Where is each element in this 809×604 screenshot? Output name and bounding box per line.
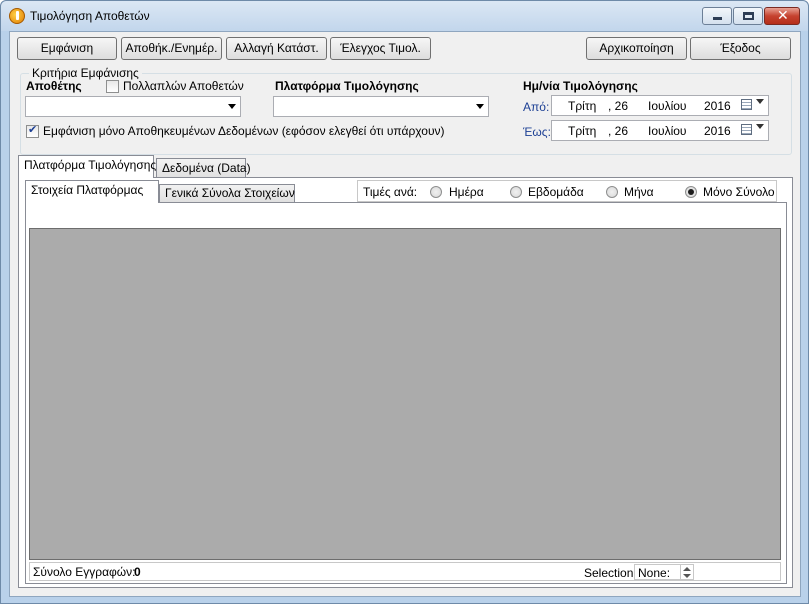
status-bar: Σύνολο Εγγραφών: 0 Selection None: bbox=[29, 562, 781, 581]
selection-value: None: bbox=[638, 566, 671, 580]
to-date-label: Έως: bbox=[523, 125, 551, 139]
tab-data[interactable]: Δεδομένα (Data) bbox=[156, 158, 251, 178]
radio-day-label: Ημέρα bbox=[449, 185, 484, 199]
tab-label: Δεδομένα (Data) bbox=[162, 161, 251, 175]
radio-total-only-label: Μόνο Σύνολο bbox=[703, 185, 775, 199]
minimize-button[interactable] bbox=[702, 7, 732, 25]
change-status-button[interactable]: Αλλαγή Κατάστ. bbox=[226, 37, 327, 60]
exit-button[interactable]: Έξοδος bbox=[690, 37, 791, 60]
show-button[interactable]: Εμφάνιση bbox=[17, 37, 117, 60]
close-button[interactable]: ✕ bbox=[764, 7, 800, 25]
saved-only-label: Εμφάνιση μόνο Αποθηκευμένων Δεδομένων (ε… bbox=[43, 124, 445, 138]
criteria-group: Κριτήρια Εμφάνισης Αποθέτης Πολλαπλών Απ… bbox=[20, 66, 792, 155]
to-year: 2016 bbox=[704, 124, 731, 138]
from-day: , 26 bbox=[608, 99, 629, 113]
to-day: , 26 bbox=[608, 124, 629, 138]
platform-label: Πλατφόρμα Τιμολόγησης bbox=[275, 79, 419, 93]
from-weekday: Τρίτη bbox=[568, 99, 597, 113]
tab-label: Γενικά Σύνολα Στοιχείων bbox=[165, 186, 295, 200]
multiple-depositors-label: Πολλαπλών Αποθετών bbox=[123, 79, 244, 93]
chevron-down-icon bbox=[228, 104, 236, 109]
total-records-value: 0 bbox=[134, 565, 141, 579]
data-grid[interactable] bbox=[29, 228, 781, 560]
depositor-label: Αποθέτης bbox=[26, 79, 82, 93]
chevron-down-icon[interactable] bbox=[683, 574, 691, 578]
radio-week-label: Εβδομάδα bbox=[528, 185, 584, 199]
window-title: Τιμολόγηση Αποθετών bbox=[30, 9, 150, 23]
from-date-label: Από: bbox=[523, 100, 550, 114]
reset-button[interactable]: Αρχικοποίηση bbox=[586, 37, 687, 60]
check-invoice-button[interactable]: Έλεγχος Τιμολ. bbox=[330, 37, 431, 60]
save-update-button[interactable]: Αποθήκ./Ενημέρ. bbox=[121, 37, 222, 60]
spinner-arrows[interactable] bbox=[680, 565, 692, 580]
total-records-label: Σύνολο Εγγραφών: bbox=[33, 565, 136, 579]
minimize-icon bbox=[713, 17, 722, 20]
platform-combo[interactable] bbox=[273, 96, 489, 117]
from-month: Ιουλίου bbox=[648, 99, 687, 113]
chevron-up-icon[interactable] bbox=[683, 567, 691, 571]
radio-month[interactable] bbox=[606, 186, 618, 198]
app-icon bbox=[9, 8, 25, 24]
billing-platform-page: Στοιχεία Πλατφόρμας Γενικά Σύνολα Στοιχε… bbox=[18, 177, 793, 588]
criteria-group-label: Κριτήρια Εμφάνισης bbox=[29, 66, 142, 80]
radio-day[interactable] bbox=[430, 186, 442, 198]
from-year: 2016 bbox=[704, 99, 731, 113]
tab-billing-platform[interactable]: Πλατφόρμα Τιμολόγησης bbox=[18, 155, 157, 178]
chevron-down-icon[interactable] bbox=[756, 99, 764, 104]
close-icon: ✕ bbox=[777, 8, 789, 24]
tab-platform-details[interactable]: Στοιχεία Πλατφόρμας bbox=[25, 180, 159, 203]
chevron-down-icon[interactable] bbox=[756, 124, 764, 129]
to-weekday: Τρίτη bbox=[568, 124, 597, 138]
radio-week[interactable] bbox=[510, 186, 522, 198]
saved-only-checkbox[interactable] bbox=[26, 123, 39, 138]
tab-general-totals[interactable]: Γενικά Σύνολα Στοιχείων bbox=[159, 184, 295, 202]
maximize-button[interactable] bbox=[733, 7, 763, 25]
chevron-down-icon bbox=[476, 104, 484, 109]
to-date-picker[interactable]: Τρίτη , 26 Ιουλίου 2016 bbox=[551, 120, 769, 141]
calendar-icon[interactable] bbox=[741, 99, 752, 110]
client-area: Εμφάνιση Αποθήκ./Ενημέρ. Αλλαγή Κατάστ. … bbox=[9, 31, 801, 597]
to-month: Ιουλίου bbox=[648, 124, 687, 138]
values-by-label: Τιμές ανά: bbox=[363, 185, 418, 199]
multiple-depositors-checkbox[interactable] bbox=[106, 80, 119, 93]
radio-total-only[interactable] bbox=[685, 186, 697, 198]
values-by-panel: Τιμές ανά: Ημέρα Εβδομάδα Μήνα Μόνο Σύνο… bbox=[357, 180, 777, 202]
invoice-date-label: Ημ/νία Τιμολόγησης bbox=[523, 79, 638, 93]
tab-label: Στοιχεία Πλατφόρμας bbox=[31, 183, 144, 197]
depositor-combo[interactable] bbox=[25, 96, 241, 117]
selection-label: Selection bbox=[584, 566, 634, 580]
platform-details-page: Σύνολο Εγγραφών: 0 Selection None: bbox=[25, 202, 787, 584]
from-date-picker[interactable]: Τρίτη , 26 Ιουλίου 2016 bbox=[551, 95, 769, 116]
maximize-icon bbox=[743, 12, 754, 20]
calendar-icon[interactable] bbox=[741, 124, 752, 135]
radio-month-label: Μήνα bbox=[624, 185, 654, 199]
title-bar[interactable]: Τιμολόγηση Αποθετών ✕ bbox=[1, 1, 808, 31]
tab-label: Πλατφόρμα Τιμολόγησης bbox=[24, 158, 157, 172]
selection-spinner[interactable]: None: bbox=[634, 564, 694, 580]
main-window: Τιμολόγηση Αποθετών ✕ Εμφάνιση Αποθήκ./Ε… bbox=[0, 0, 809, 604]
